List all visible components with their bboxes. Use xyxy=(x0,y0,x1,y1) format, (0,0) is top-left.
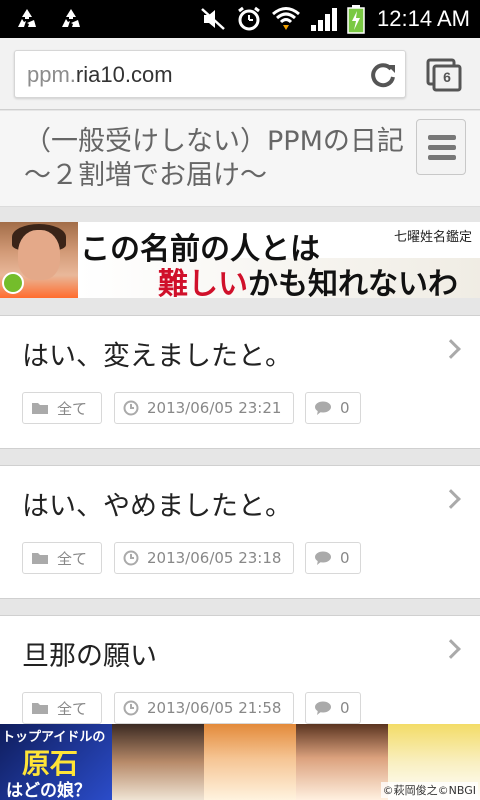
folder-icon xyxy=(32,703,48,714)
bottom-ad-character-image xyxy=(204,724,296,800)
signal-icon xyxy=(311,8,338,31)
post-title[interactable]: はい、やめましたと。 xyxy=(22,484,292,523)
comment-icon xyxy=(315,401,331,415)
status-right-icons: 12:14 AM xyxy=(199,4,470,34)
post-title[interactable]: はい、変えましたと。 xyxy=(22,334,292,373)
url-subdomain: ppm. xyxy=(27,62,76,87)
status-left-icons xyxy=(14,7,84,31)
post-item[interactable]: はい、やめましたと。 全て 2013/06/05 23:18 0 xyxy=(0,465,480,599)
post-comments[interactable]: 0 xyxy=(305,692,361,724)
clock-icon xyxy=(123,700,139,716)
chevron-right-icon[interactable] xyxy=(441,489,461,509)
post-comments-count: 0 xyxy=(340,549,350,567)
url-text[interactable]: ppm.ria10.com xyxy=(27,62,173,88)
clock-icon xyxy=(123,400,139,416)
post-comments[interactable]: 0 xyxy=(305,542,361,574)
menu-button[interactable] xyxy=(416,119,466,175)
bottom-ad-banner[interactable]: トップアイドルの 原石 はどの娘？ ©萩岡俊之©NBGI xyxy=(0,724,480,800)
post-title[interactable]: 旦那の願い xyxy=(22,634,157,673)
post-item[interactable]: はい、変えましたと。 全て 2013/06/05 23:21 0 xyxy=(0,315,480,449)
post-date: 2013/06/05 21:58 xyxy=(114,692,294,724)
post-category[interactable]: 全て xyxy=(22,392,102,424)
comment-icon xyxy=(315,701,331,715)
post-date-label: 2013/06/05 21:58 xyxy=(147,699,282,717)
status-time: 12:14 AM xyxy=(377,6,470,31)
recycle-icon xyxy=(62,9,80,27)
site-header: （一般受けしない）PPMの日記～２割増でお届け～ xyxy=(0,111,480,207)
battery-charging-icon xyxy=(347,5,365,34)
status-bar: 12:14 AM xyxy=(0,0,480,38)
wifi-icon xyxy=(272,7,301,30)
clock-icon xyxy=(123,550,139,566)
bottom-ad-line3: はどの娘？ xyxy=(6,781,91,800)
chevron-right-icon[interactable] xyxy=(441,339,461,359)
comment-icon xyxy=(315,551,331,565)
browser-toolbar: ppm.ria10.com 6 xyxy=(0,38,480,110)
post-date: 2013/06/05 23:21 xyxy=(114,392,294,424)
post-comments-count: 0 xyxy=(340,399,350,417)
site-title[interactable]: （一般受けしない）PPMの日記～２割増でお届け～ xyxy=(24,125,404,193)
mute-icon xyxy=(201,8,225,30)
post-category[interactable]: 全て xyxy=(22,692,102,724)
tabs-button[interactable]: 6 xyxy=(426,58,462,92)
folder-icon xyxy=(32,403,48,414)
post-date: 2013/06/05 23:18 xyxy=(114,542,294,574)
post-comments[interactable]: 0 xyxy=(305,392,361,424)
alarm-icon xyxy=(238,6,260,31)
post-date-label: 2013/06/05 23:21 xyxy=(147,399,282,417)
ad-badge-icon xyxy=(2,272,24,294)
url-field[interactable]: ppm.ria10.com xyxy=(14,50,406,98)
post-category-label: 全て xyxy=(57,699,88,718)
chevron-right-icon[interactable] xyxy=(441,639,461,659)
ad-banner[interactable]: この名前の人とは 七曜姓名鑑定 難しいかも知れないわ xyxy=(0,222,480,298)
ad-tag: 七曜姓名鑑定 xyxy=(393,230,472,245)
ad-photo-face xyxy=(18,230,60,280)
ad-photo xyxy=(0,222,78,298)
menu-bar xyxy=(428,155,456,160)
ad-subline-black: かも知れないわ xyxy=(248,267,458,298)
tab-count: 6 xyxy=(443,69,451,85)
post-category-label: 全て xyxy=(57,549,88,568)
ad-subline: 難しいかも知れないわ xyxy=(158,259,458,298)
post-category-label: 全て xyxy=(57,399,88,418)
bottom-ad-text-panel: トップアイドルの 原石 はどの娘？ xyxy=(0,724,112,800)
menu-bar xyxy=(428,135,456,140)
menu-bar xyxy=(428,145,456,150)
post-date-label: 2013/06/05 23:18 xyxy=(147,549,282,567)
bottom-ad-character-image xyxy=(296,724,388,800)
post-category[interactable]: 全て xyxy=(22,542,102,574)
recycle-icon xyxy=(18,9,36,27)
post-comments-count: 0 xyxy=(340,699,350,717)
folder-icon xyxy=(32,553,48,564)
ad-subline-red: 難しい xyxy=(158,267,248,298)
bottom-ad-copyright: ©萩岡俊之©NBGI xyxy=(380,782,478,798)
url-domain: ria10.com xyxy=(75,62,173,87)
reload-icon[interactable] xyxy=(367,59,399,91)
bottom-ad-character-image xyxy=(112,724,204,800)
